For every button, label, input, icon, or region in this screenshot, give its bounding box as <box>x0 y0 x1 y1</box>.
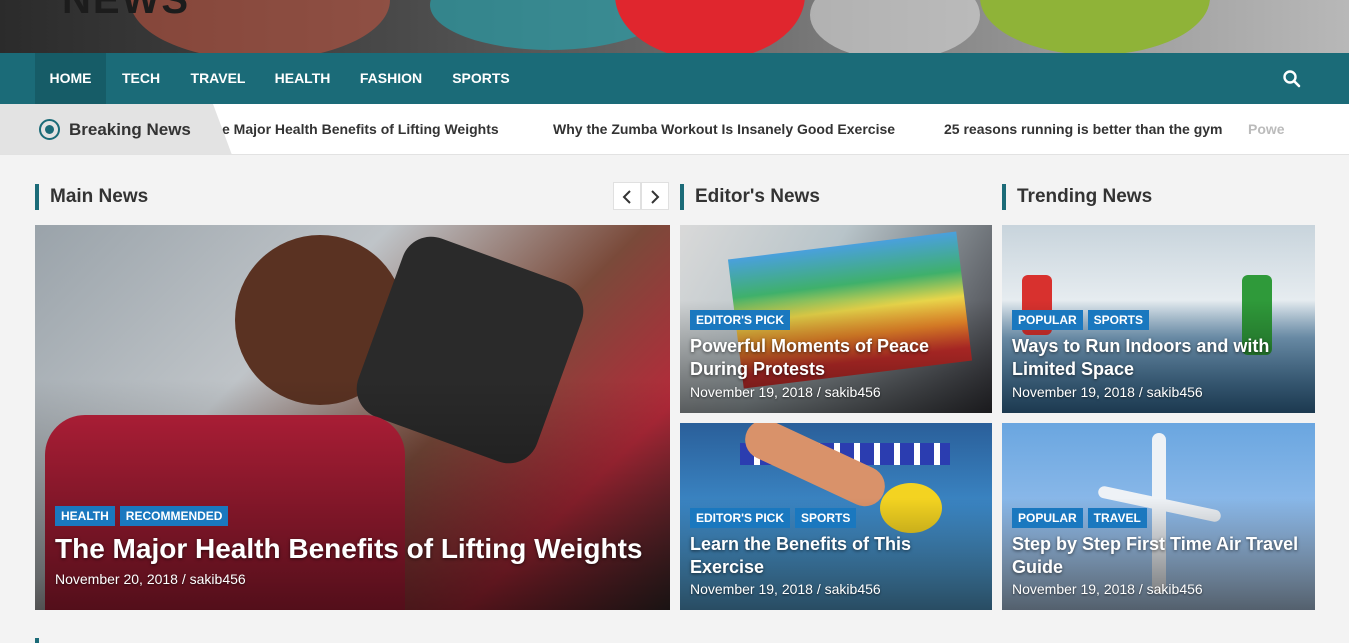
header-banner: NEWS <box>0 0 1349 53</box>
tag-list: EDITOR'S PICK <box>690 310 790 330</box>
article-date[interactable]: November 19, 2018 <box>1012 581 1135 597</box>
article-title[interactable]: Powerful Moments of Peace During Protest… <box>690 335 980 381</box>
tag-list: POPULAR SPORTS <box>1012 310 1150 330</box>
article-meta: November 19, 2018 / sakib456 <box>690 581 881 597</box>
meta-separator: / <box>812 581 825 597</box>
ticker-item[interactable]: e Major Health Benefits of Lifting Weigh… <box>222 104 499 154</box>
article-date[interactable]: November 19, 2018 <box>690 384 813 400</box>
next-button[interactable] <box>641 182 669 210</box>
main-nav: HOME TECH TRAVEL HEALTH FASHION SPORTS <box>0 53 1349 104</box>
editors-article-card[interactable]: EDITOR'S PICK Powerful Moments of Peace … <box>680 225 992 413</box>
article-title[interactable]: Step by Step First Time Air Travel Guide <box>1012 533 1302 579</box>
meta-separator: / <box>177 571 190 587</box>
section-title-editors-news: Editor's News <box>680 184 820 210</box>
article-author[interactable]: sakib456 <box>825 581 881 597</box>
banner-shape <box>615 0 805 53</box>
tag-sports[interactable]: SPORTS <box>794 508 857 528</box>
nav-item-travel[interactable]: TRAVEL <box>176 53 260 104</box>
article-title[interactable]: Learn the Benefits of This Exercise <box>690 533 980 579</box>
tag-travel[interactable]: TRAVEL <box>1087 508 1147 528</box>
tag-list: EDITOR'S PICK SPORTS <box>690 508 857 528</box>
tag-health[interactable]: HEALTH <box>55 506 115 526</box>
tag-list: HEALTH RECOMMENDED <box>55 506 229 526</box>
section-title-main-news: Main News <box>35 184 148 210</box>
article-meta: November 19, 2018 / sakib456 <box>1012 384 1203 400</box>
site-logo[interactable]: NEWS <box>62 0 190 23</box>
main-article-title[interactable]: The Major Health Benefits of Lifting Wei… <box>55 532 655 566</box>
prev-button[interactable] <box>613 182 641 210</box>
nav-item-home[interactable]: HOME <box>35 53 106 104</box>
tag-editors-pick[interactable]: EDITOR'S PICK <box>690 310 790 330</box>
search-icon[interactable] <box>1282 69 1302 89</box>
article-date[interactable]: November 19, 2018 <box>1012 384 1135 400</box>
breaking-news-bar: Breaking News e Major Health Benefits of… <box>0 104 1349 155</box>
chevron-left-icon <box>622 190 631 204</box>
tag-list: POPULAR TRAVEL <box>1012 508 1147 528</box>
article-author[interactable]: sakib456 <box>1147 384 1203 400</box>
article-date[interactable]: November 20, 2018 <box>55 571 178 587</box>
tag-recommended[interactable]: RECOMMENDED <box>119 506 229 526</box>
article-meta: November 19, 2018 / sakib456 <box>1012 581 1203 597</box>
main-article-card[interactable]: HEALTH RECOMMENDED The Major Health Bene… <box>35 225 670 610</box>
breaking-news-label-box: Breaking News <box>0 104 232 154</box>
article-author[interactable]: sakib456 <box>825 384 881 400</box>
ticker-item[interactable]: 25 reasons running is better than the gy… <box>944 104 1223 154</box>
tag-sports[interactable]: SPORTS <box>1087 310 1150 330</box>
live-dot-icon <box>39 119 60 140</box>
article-title[interactable]: Ways to Run Indoors and with Limited Spa… <box>1012 335 1302 381</box>
banner-shape <box>810 0 980 53</box>
tag-popular[interactable]: POPULAR <box>1012 508 1083 528</box>
next-section-accent <box>35 638 39 643</box>
nav-item-fashion[interactable]: FASHION <box>345 53 437 104</box>
chevron-right-icon <box>651 190 660 204</box>
article-date[interactable]: November 19, 2018 <box>690 581 813 597</box>
trending-article-card[interactable]: POPULAR TRAVEL Step by Step First Time A… <box>1002 423 1315 610</box>
breaking-news-label: Breaking News <box>69 120 191 139</box>
article-author[interactable]: sakib456 <box>190 571 246 587</box>
meta-separator: / <box>1134 384 1147 400</box>
trending-article-card[interactable]: POPULAR SPORTS Ways to Run Indoors and w… <box>1002 225 1315 413</box>
article-meta: November 20, 2018 / sakib456 <box>55 571 246 587</box>
nav-item-sports[interactable]: SPORTS <box>437 53 525 104</box>
editors-article-card[interactable]: EDITOR'S PICK SPORTS Learn the Benefits … <box>680 423 992 610</box>
ticker-item[interactable]: Powe <box>1248 104 1285 154</box>
ticker-item[interactable]: Why the Zumba Workout Is Insanely Good E… <box>553 104 895 154</box>
article-author[interactable]: sakib456 <box>1147 581 1203 597</box>
nav-item-tech[interactable]: TECH <box>106 53 176 104</box>
section-title-trending-news: Trending News <box>1002 184 1152 210</box>
meta-separator: / <box>1134 581 1147 597</box>
banner-shape <box>980 0 1210 53</box>
article-meta: November 19, 2018 / sakib456 <box>690 384 881 400</box>
tag-editors-pick[interactable]: EDITOR'S PICK <box>690 508 790 528</box>
tag-popular[interactable]: POPULAR <box>1012 310 1083 330</box>
nav-item-health[interactable]: HEALTH <box>260 53 345 104</box>
meta-separator: / <box>812 384 825 400</box>
